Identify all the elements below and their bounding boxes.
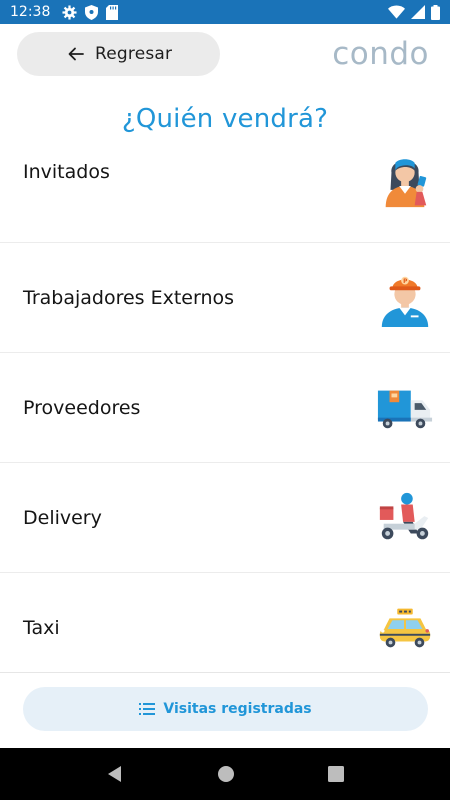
status-time: 12:38 [10, 4, 51, 20]
condo-logo: condo [332, 36, 429, 72]
option-label: Taxi [23, 616, 60, 639]
taxi-icon [379, 608, 431, 647]
option-label: Proveedores [23, 396, 141, 419]
visitor-type-list: Invitados Trabajadores Externos P Provee… [0, 132, 450, 683]
status-bar: 12:38 [0, 0, 450, 24]
delivery-truck-icon [377, 390, 433, 428]
arrow-left-icon [68, 47, 84, 61]
page-title: ¿Quién vendrá? [121, 104, 329, 134]
home-circle-icon[interactable] [217, 765, 235, 783]
option-trabajadores-externos[interactable]: Trabajadores Externos P [0, 243, 450, 353]
worker-icon: P [381, 276, 429, 327]
guest-woman-icon [385, 159, 427, 208]
option-invitados[interactable]: Invitados [0, 132, 450, 243]
wifi-icon [388, 5, 405, 19]
back-triangle-icon[interactable] [106, 765, 124, 783]
back-button[interactable]: Regresar [17, 32, 220, 76]
option-proveedores[interactable]: Proveedores [0, 353, 450, 463]
system-nav-bar [0, 748, 450, 800]
back-button-label: Regresar [95, 44, 173, 64]
option-taxi[interactable]: Taxi [0, 573, 450, 683]
registered-visits-label: Visitas registradas [163, 701, 312, 717]
option-label: Invitados [23, 161, 110, 183]
scooter-courier-icon [379, 492, 429, 539]
shield-icon [85, 4, 99, 20]
option-label: Delivery [23, 506, 102, 529]
battery-icon [431, 4, 440, 20]
option-delivery[interactable]: Delivery [0, 463, 450, 573]
sd-card-icon [106, 4, 119, 20]
list-icon [139, 703, 156, 715]
footer: Visitas registradas [0, 672, 450, 748]
gear-icon [62, 4, 77, 20]
registered-visits-button[interactable]: Visitas registradas [23, 687, 428, 731]
signal-icon [411, 5, 425, 19]
svg-text:P: P [403, 279, 408, 285]
header: Regresar condo [0, 24, 450, 88]
recents-square-icon[interactable] [327, 766, 344, 782]
option-label: Trabajadores Externos [23, 286, 235, 309]
